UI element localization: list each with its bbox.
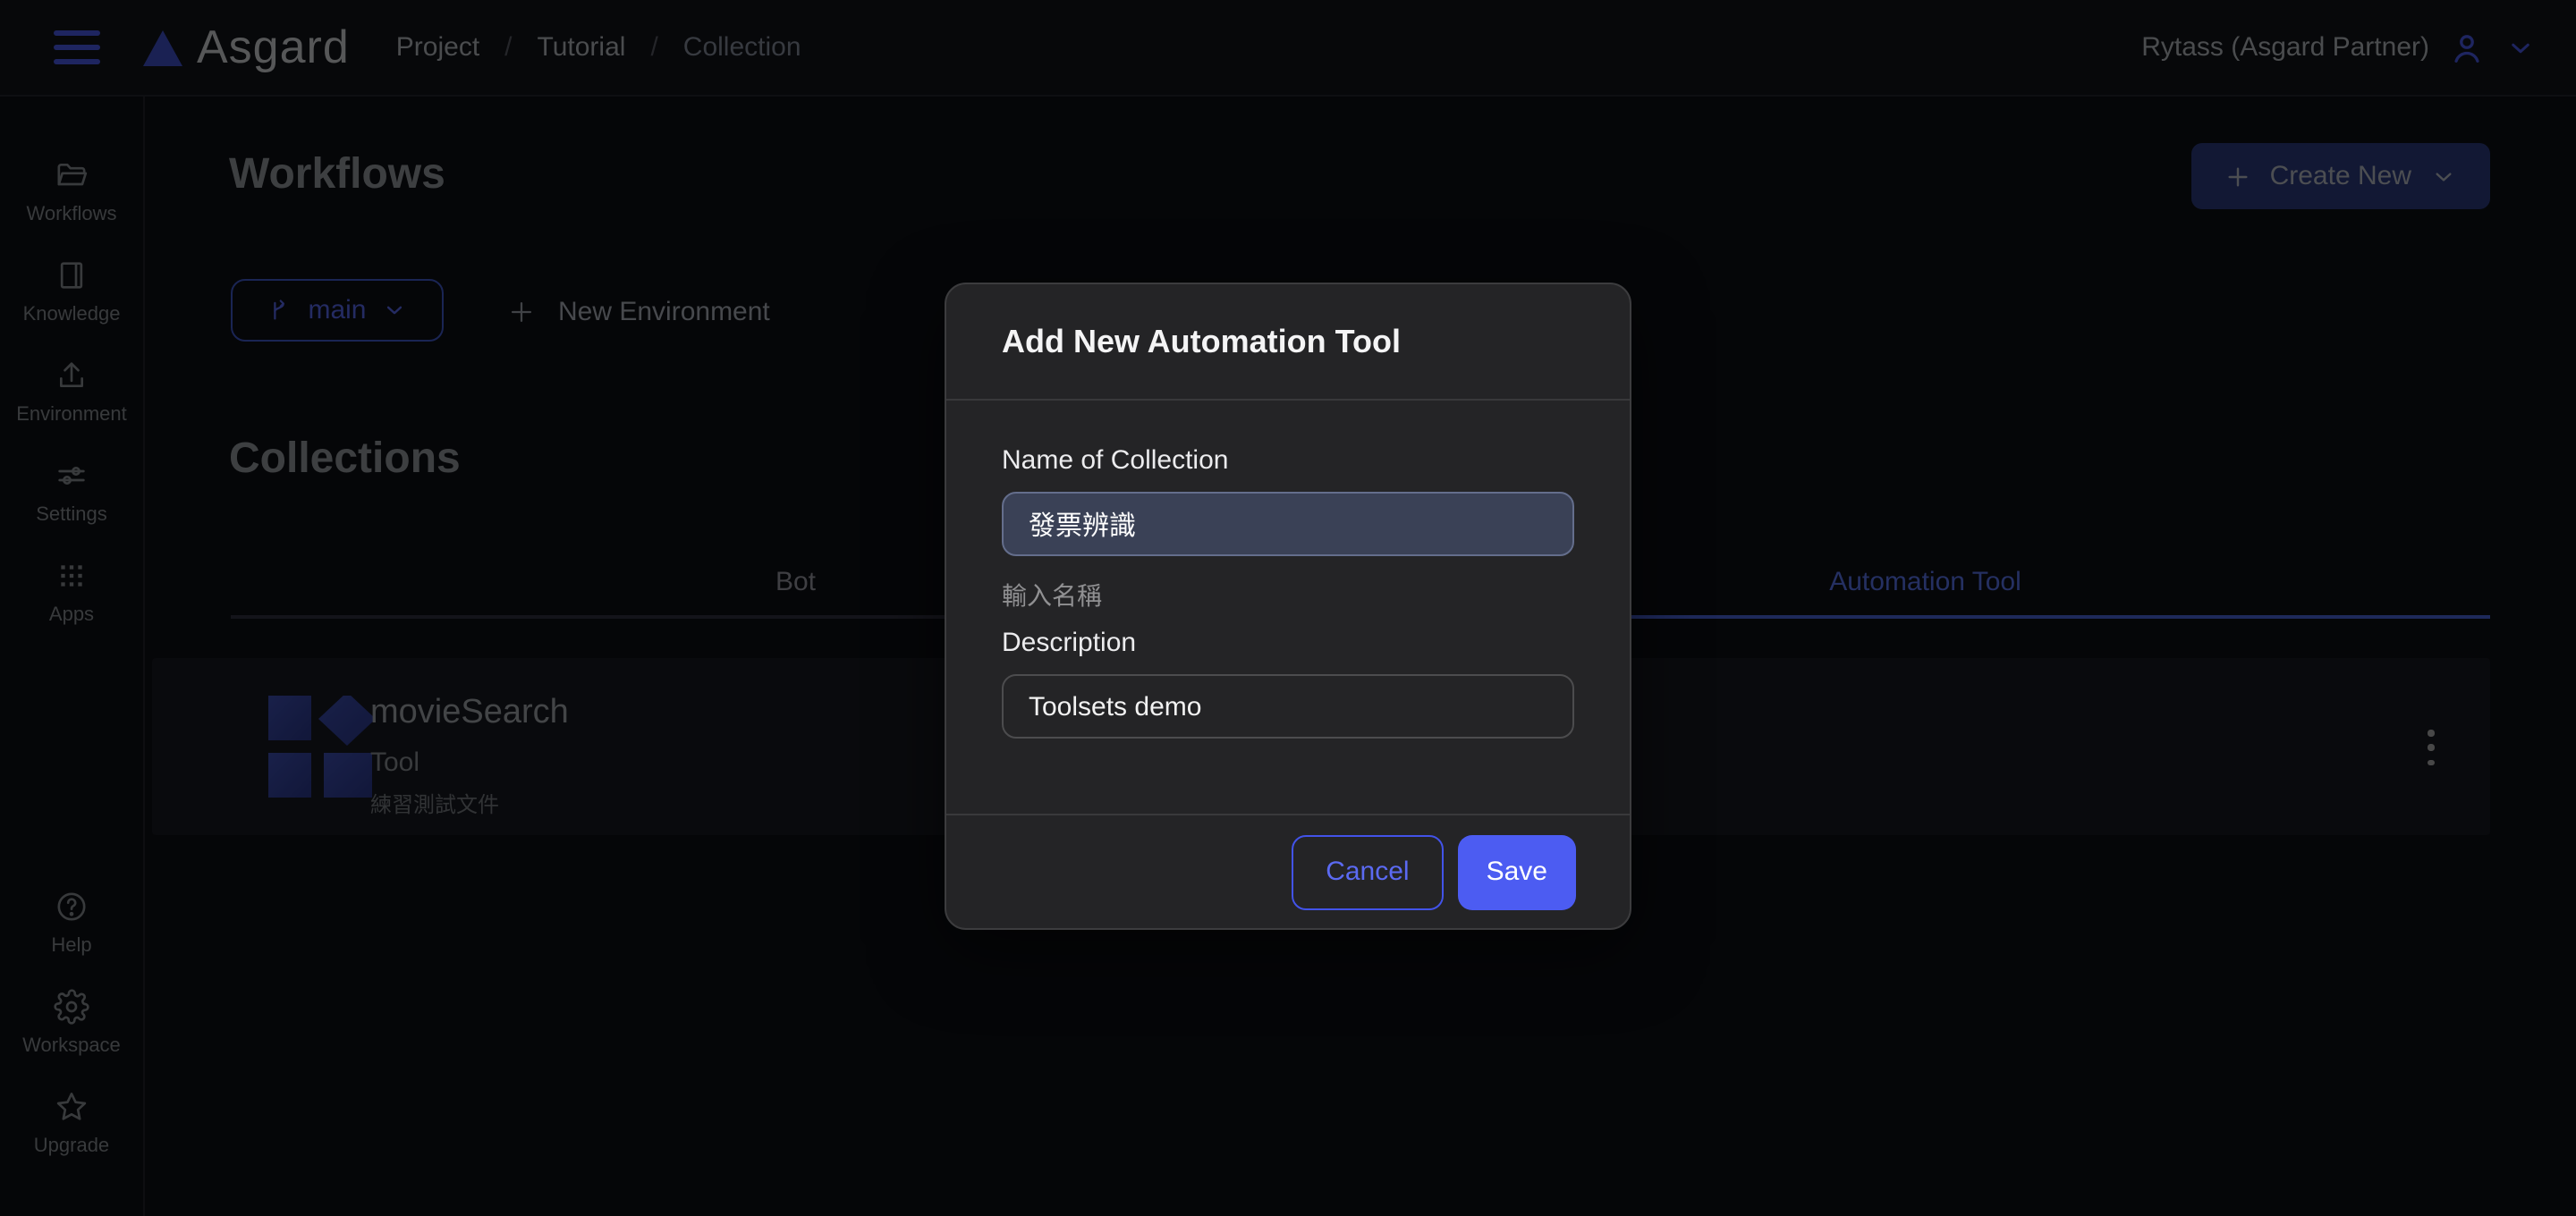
- save-button[interactable]: Save: [1458, 834, 1576, 909]
- description-field-label: Description: [1002, 628, 1574, 658]
- app-viewport: Asgard Project / Tutorial / Collection R…: [0, 0, 2576, 1216]
- dialog-body: Name of Collection 輸入名稱 Description: [946, 445, 1630, 739]
- dialog-header: Add New Automation Tool: [946, 284, 1630, 401]
- dialog-footer: Cancel Save: [946, 814, 1630, 928]
- name-field-helper: 輸入名稱: [1002, 578, 1574, 613]
- add-automation-tool-dialog: Add New Automation Tool Name of Collecti…: [945, 283, 1631, 930]
- name-field-label: Name of Collection: [1002, 445, 1574, 476]
- dialog-title: Add New Automation Tool: [1002, 323, 1401, 360]
- cancel-button[interactable]: Cancel: [1292, 834, 1443, 909]
- collection-name-input[interactable]: [1002, 492, 1574, 556]
- description-input[interactable]: [1002, 674, 1574, 739]
